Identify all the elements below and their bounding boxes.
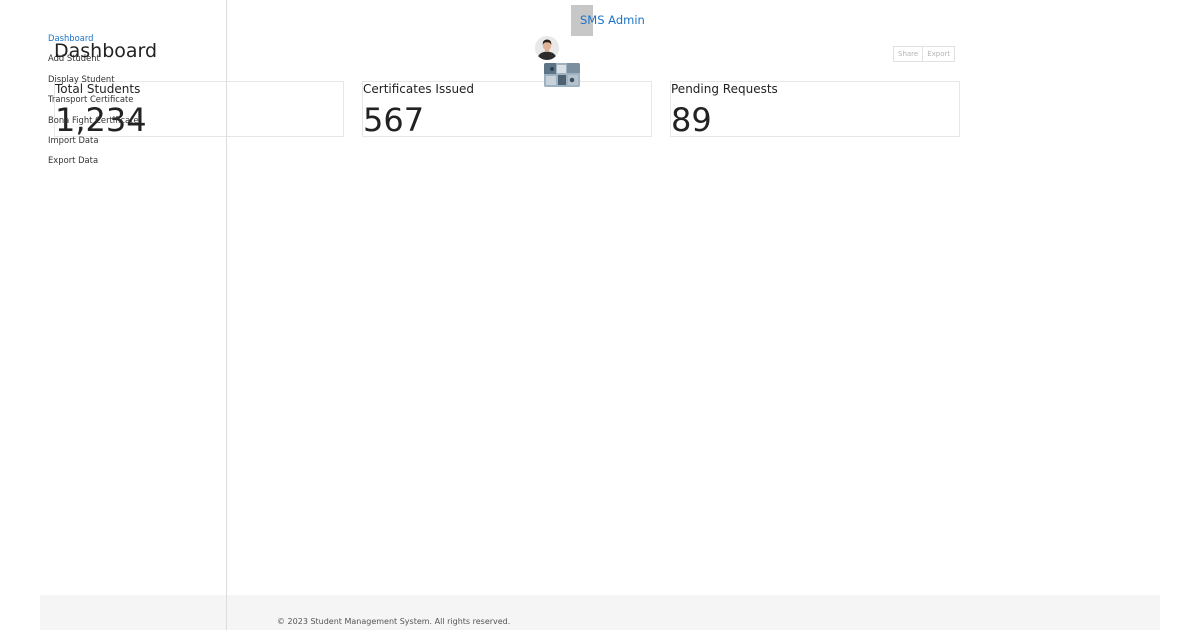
toolbar-button-group: Share Export	[893, 46, 956, 62]
sidebar-item-import-data[interactable]: Import Data	[48, 134, 218, 154]
sidebar-item-display-student[interactable]: Display Student	[48, 73, 218, 93]
page-footer: © 2023 Student Management System. All ri…	[40, 595, 1160, 630]
sidebar-item-transport-certificate[interactable]: Transport Certificate	[48, 93, 218, 113]
photo-thumbnail-icon	[544, 63, 580, 87]
page-title: Dashboard	[54, 40, 158, 62]
export-button[interactable]: Export	[923, 46, 956, 62]
stat-card-pending-requests: Pending Requests 89	[670, 81, 960, 139]
share-button[interactable]: Share	[893, 46, 924, 62]
avatar-icon	[535, 36, 559, 60]
photo-thumbnail	[544, 63, 580, 87]
user-avatar[interactable]	[535, 36, 559, 60]
brand-link[interactable]: SMS Admin	[580, 13, 645, 27]
stat-label: Certificates Issued	[363, 82, 475, 96]
stat-label: Pending Requests	[671, 82, 778, 96]
sidebar-divider	[226, 0, 227, 630]
sidebar-item-bona-fight-certificate[interactable]: Bona Fight Certificate	[48, 114, 218, 134]
stat-value: 89	[671, 101, 712, 139]
sidebar-item-export-data[interactable]: Export Data	[48, 154, 218, 174]
stat-value: 567	[363, 101, 425, 139]
copyright-text: © 2023 Student Management System. All ri…	[277, 617, 511, 626]
stat-card-certificates-issued: Certificates Issued 567	[362, 81, 652, 139]
